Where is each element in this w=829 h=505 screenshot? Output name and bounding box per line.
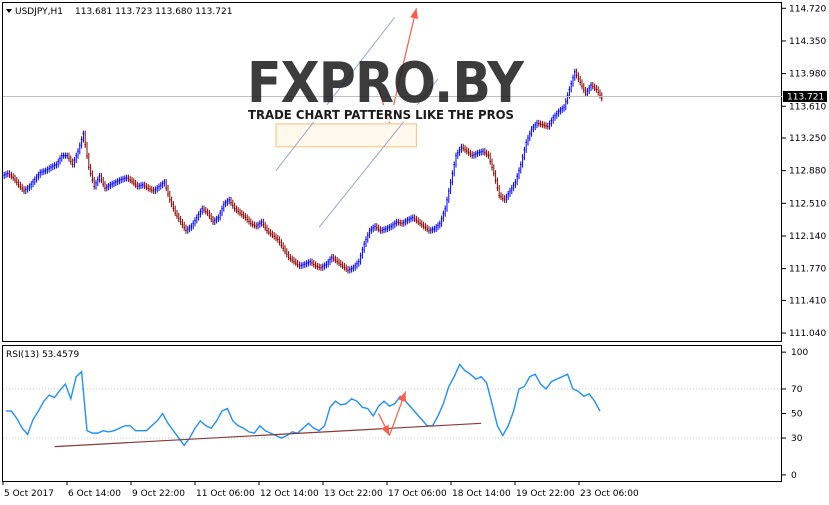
time-tick-label: 11 Oct 06:00 <box>196 489 255 499</box>
time-tick-label: 19 Oct 22:00 <box>516 489 575 499</box>
price-tick-label: 111.410 <box>789 296 826 306</box>
time-tick-label: 6 Oct 14:00 <box>68 489 121 499</box>
time-tick-label: 9 Oct 22:00 <box>132 489 185 499</box>
time-tick-label: 23 Oct 06:00 <box>580 489 639 499</box>
price-tick-label: 113.610 <box>789 102 826 112</box>
time-axis: 5 Oct 2017 6 Oct 14:00 9 Oct 22:00 11 Oct 0… <box>2 481 639 499</box>
rsi-label: RSI(13) 53.4579 <box>6 350 79 360</box>
current-price-label: 113.721 <box>787 92 824 102</box>
rsi-tick-label: 70 <box>791 385 803 395</box>
time-tick-label: 17 Oct 06:00 <box>388 489 447 499</box>
symbol-header: USDJPY,H1 113.681 113.723 113.680 113.72… <box>6 7 232 17</box>
price-tick-label: 114.720 <box>789 4 826 14</box>
rsi-axis: 100 70 50 30 0 <box>782 348 808 481</box>
rsi-tick-label: 100 <box>791 348 808 358</box>
chart-canvas: 114.720 114.350 113.980 113.610 113.250 112.8… <box>2 2 827 499</box>
time-tick-label: 13 Oct 22:00 <box>324 489 383 499</box>
price-tick-label: 112.510 <box>789 199 826 209</box>
current-price-badge: 113.721 <box>783 90 827 102</box>
time-tick-label: 5 Oct 2017 <box>4 489 54 499</box>
watermark-tagline: TRADE CHART PATTERNS LIKE THE PROS <box>248 107 514 122</box>
price-tick-label: 112.880 <box>789 167 826 177</box>
price-tick-label: 111.040 <box>789 329 826 339</box>
price-tick-label: 111.770 <box>789 265 826 275</box>
time-tick-label: 12 Oct 14:00 <box>260 489 319 499</box>
ohlc-values: 113.681 113.723 113.680 113.721 <box>75 7 232 17</box>
symbol-label: USDJPY,H1 <box>15 7 63 17</box>
rsi-tick-label: 50 <box>791 410 803 420</box>
time-tick-label: 18 Oct 14:00 <box>452 489 511 499</box>
price-tick-label: 113.980 <box>789 70 826 80</box>
rsi-tick-label: 0 <box>791 471 797 481</box>
price-tick-label: 114.350 <box>789 37 826 47</box>
price-tick-label: 113.250 <box>789 134 826 144</box>
price-axis: 114.720 114.350 113.980 113.610 113.250 112.8… <box>782 4 826 339</box>
brand-watermark: FXPRO.BY TRADE CHART PATTERNS LIKE THE P… <box>245 51 526 122</box>
price-tick-label: 112.140 <box>789 232 826 242</box>
rsi-panel-frame <box>2 345 782 482</box>
rsi-tick-label: 30 <box>791 434 803 444</box>
